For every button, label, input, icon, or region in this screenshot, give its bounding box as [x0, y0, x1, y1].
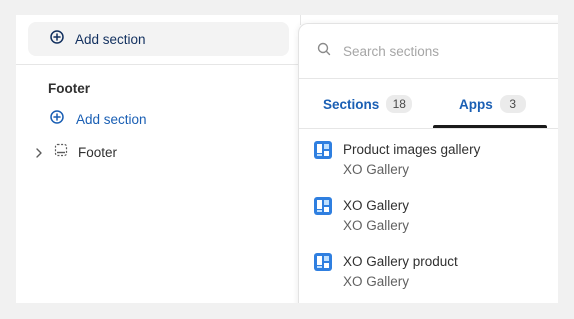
footer-layout-icon [54, 143, 68, 162]
app-section-name: XO Gallery product [343, 254, 458, 269]
chevron-right-icon[interactable] [34, 146, 44, 158]
add-section-label: Add section [75, 31, 146, 47]
theme-editor: Add section Footer Add section Footer Se… [16, 15, 558, 303]
app-section-name: XO Gallery [343, 198, 410, 213]
sections-sidebar: Add section Footer Add section Footer [16, 15, 300, 303]
footer-group-heading: Footer [48, 81, 90, 96]
tab-apps-label: Apps [459, 96, 493, 112]
footer-add-section-label: Add section [76, 111, 147, 127]
plus-circle-icon [50, 29, 64, 49]
search-input[interactable] [341, 42, 545, 60]
app-sections-list: Product images gallery XO Gallery XO Gal… [299, 129, 558, 297]
tab-apps-count-badge: 3 [499, 95, 526, 113]
list-item[interactable]: Product images gallery XO Gallery [299, 129, 558, 185]
footer-add-section-button[interactable]: Add section [50, 109, 147, 129]
add-section-button[interactable]: Add section [28, 22, 289, 56]
tab-sections-label: Sections [323, 96, 380, 112]
divider [16, 64, 300, 65]
search-bar [299, 24, 558, 78]
search-icon [317, 42, 331, 61]
add-section-popover: Sections 18 Apps 3 [298, 23, 558, 303]
tab-sections[interactable]: Sections 18 [323, 79, 413, 129]
list-item[interactable]: XO Gallery XO Gallery [299, 185, 558, 241]
tab-sections-count-badge: 18 [386, 95, 413, 113]
section-tabs: Sections 18 Apps 3 [299, 79, 558, 129]
app-block-icon [314, 253, 332, 271]
list-item[interactable]: XO Gallery product XO Gallery [299, 241, 558, 297]
plus-circle-icon [50, 109, 64, 129]
footer-section-item[interactable]: Footer [34, 142, 117, 162]
app-block-icon [314, 197, 332, 215]
app-vendor-name: XO Gallery [343, 274, 410, 289]
app-vendor-name: XO Gallery [343, 162, 410, 177]
app-section-name: Product images gallery [343, 142, 481, 157]
tab-apps[interactable]: Apps 3 [459, 79, 526, 129]
app-vendor-name: XO Gallery [343, 218, 410, 233]
app-block-icon [314, 141, 332, 159]
footer-item-label: Footer [78, 144, 118, 160]
